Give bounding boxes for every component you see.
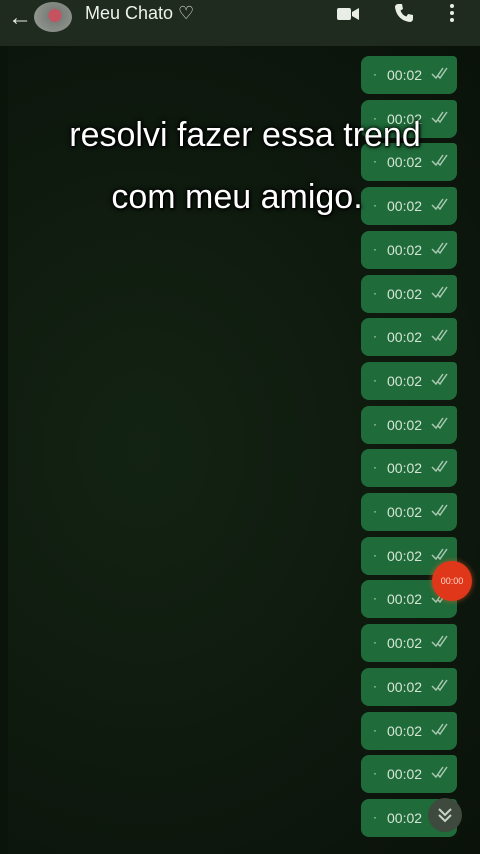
message-time: 00:02 bbox=[387, 679, 423, 695]
double-check-icon bbox=[431, 329, 448, 342]
message-time: 00:02 bbox=[387, 766, 423, 782]
audio-dot: · bbox=[373, 286, 377, 300]
voice-message-bubble[interactable]: · 00:02 bbox=[361, 231, 457, 269]
voice-message-bubble[interactable]: · 00:02 bbox=[361, 56, 457, 94]
audio-dot: · bbox=[373, 679, 377, 693]
audio-dot: · bbox=[373, 591, 377, 605]
voice-message-bubble[interactable]: · 00:02 bbox=[361, 362, 457, 400]
message-time: 00:02 bbox=[387, 373, 423, 389]
contact-name[interactable]: Meu Chato ♡ bbox=[85, 3, 194, 24]
double-check-icon bbox=[431, 766, 448, 779]
more-options-icon[interactable] bbox=[446, 3, 458, 23]
voice-message-bubble[interactable]: · 00:02 bbox=[361, 318, 457, 356]
phone-call-icon[interactable] bbox=[394, 3, 414, 23]
avatar[interactable] bbox=[34, 2, 72, 32]
message-time: 00:02 bbox=[387, 329, 423, 345]
audio-dot: · bbox=[373, 635, 377, 649]
message-time: 00:02 bbox=[387, 242, 423, 258]
voice-message-bubble[interactable]: · 00:02 bbox=[361, 624, 457, 662]
double-check-icon bbox=[431, 242, 448, 255]
voice-message-bubble[interactable]: · 00:02 bbox=[361, 755, 457, 793]
scroll-down-button[interactable] bbox=[428, 798, 462, 832]
voice-message-bubble[interactable]: · 00:02 bbox=[361, 668, 457, 706]
voice-message-bubble[interactable]: · 00:02 bbox=[361, 406, 457, 444]
audio-dot: · bbox=[373, 417, 377, 431]
message-time: 00:02 bbox=[387, 591, 423, 607]
caption-line-1: resolvi fazer essa trend bbox=[69, 116, 421, 154]
voice-message-bubble[interactable]: · 00:02 bbox=[361, 275, 457, 313]
voice-message-bubble[interactable]: · 00:02 bbox=[361, 493, 457, 531]
message-time: 00:02 bbox=[387, 635, 423, 651]
message-time: 00:02 bbox=[387, 460, 423, 476]
audio-dot: · bbox=[373, 242, 377, 256]
double-check-icon bbox=[431, 504, 448, 517]
double-check-icon bbox=[431, 286, 448, 299]
double-check-icon bbox=[431, 679, 448, 692]
caption-line-2: com meu amigo. bbox=[111, 178, 363, 216]
back-arrow-icon[interactable]: ← bbox=[8, 4, 32, 32]
double-check-icon bbox=[431, 635, 448, 648]
double-check-icon bbox=[431, 417, 448, 430]
voice-message-bubble[interactable]: · 00:02 bbox=[361, 449, 457, 487]
audio-dot: · bbox=[373, 504, 377, 518]
message-time: 00:02 bbox=[387, 723, 423, 739]
message-time: 00:02 bbox=[387, 548, 423, 564]
audio-dot: · bbox=[373, 67, 377, 81]
recording-button[interactable]: 00:00 bbox=[432, 561, 472, 601]
audio-dot: · bbox=[373, 810, 377, 824]
double-check-icon bbox=[431, 723, 448, 736]
message-time: 00:02 bbox=[387, 286, 423, 302]
double-check-icon bbox=[431, 548, 448, 561]
message-time: 00:02 bbox=[387, 154, 423, 170]
chevron-double-down-icon bbox=[438, 808, 452, 823]
audio-dot: · bbox=[373, 329, 377, 343]
voice-message-bubble[interactable]: · 00:02 bbox=[361, 712, 457, 750]
double-check-icon bbox=[431, 460, 448, 473]
double-check-icon bbox=[431, 373, 448, 386]
audio-dot: · bbox=[373, 766, 377, 780]
message-time: 00:02 bbox=[387, 67, 423, 83]
chat-edge bbox=[0, 46, 8, 854]
audio-dot: · bbox=[373, 154, 377, 168]
audio-dot: · bbox=[373, 373, 377, 387]
audio-dot: · bbox=[373, 548, 377, 562]
chat-header: ← Meu Chato ♡ bbox=[0, 0, 480, 46]
message-time: 00:02 bbox=[387, 504, 423, 520]
audio-dot: · bbox=[373, 723, 377, 737]
video-call-icon[interactable] bbox=[337, 6, 359, 22]
message-time: 00:02 bbox=[387, 810, 423, 826]
audio-dot: · bbox=[373, 460, 377, 474]
double-check-icon bbox=[431, 67, 448, 80]
message-time: 00:02 bbox=[387, 417, 423, 433]
